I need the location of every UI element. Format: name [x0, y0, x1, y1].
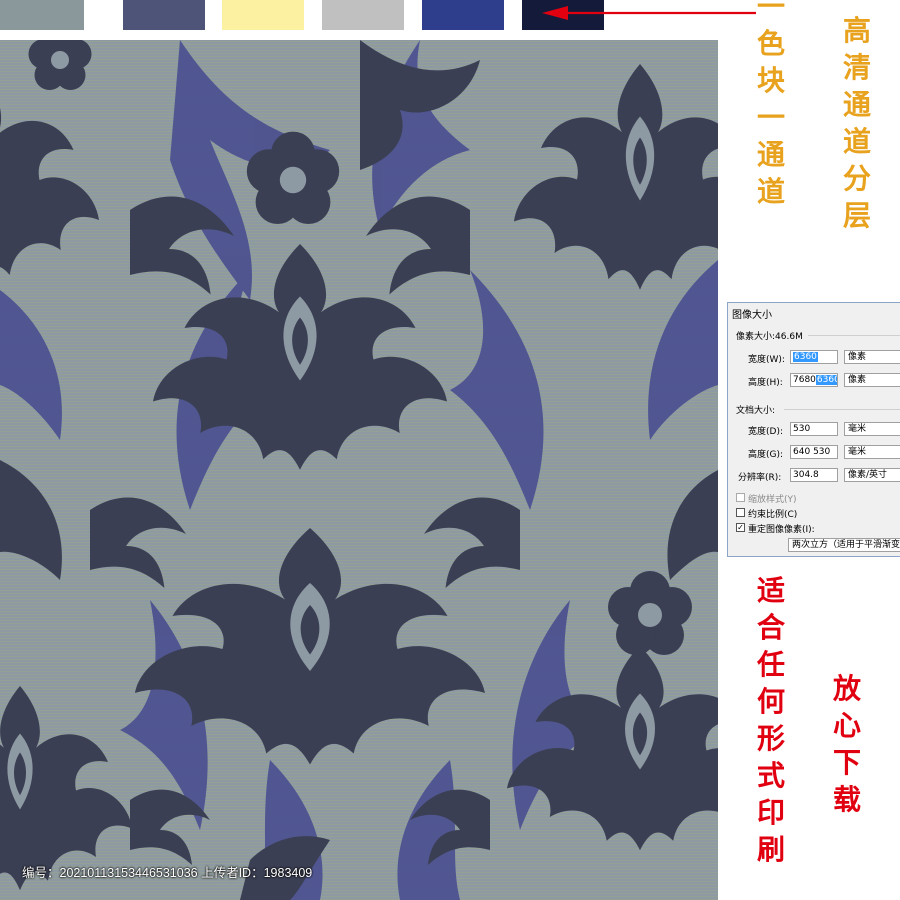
color-swatch-2 — [123, 0, 205, 30]
height-label: 高度(H): — [748, 378, 783, 388]
doc-size-divider — [784, 409, 900, 410]
doc-width-unit-select[interactable]: 毫米 — [844, 422, 900, 436]
doc-height-old-value: 640 — [793, 447, 811, 457]
color-swatch-5 — [422, 0, 504, 30]
constrain-proportions-label: 约束比例(C) — [748, 510, 798, 520]
color-swatch-3 — [222, 0, 304, 30]
color-swatch-1 — [0, 0, 84, 30]
dialog-title: 图像大小 — [732, 310, 772, 321]
download-note: 放心下载 — [832, 672, 861, 816]
doc-size-label: 文档大小: — [736, 406, 776, 416]
doc-width-input[interactable]: 530 — [790, 422, 838, 436]
image-size-dialog: 图像大小 像素大小:46.6M 宽度(W): 6360 像素 高度(H): 76… — [727, 302, 900, 557]
doc-height-label: 高度(G): — [748, 450, 784, 460]
height-value: 6360 — [815, 375, 837, 385]
width-input[interactable]: 6360 — [790, 350, 838, 364]
height-input[interactable]: 76806360 — [790, 373, 838, 387]
doc-height-unit-select[interactable]: 毫米 — [844, 445, 900, 459]
print-note: 适合任何形式印刷 — [756, 574, 785, 866]
width-label: 宽度(W): — [748, 355, 785, 365]
constrain-proportions-checkbox[interactable] — [736, 508, 745, 517]
image-id-footer: 编号：20210113153446531036 上传者ID：1983409 — [22, 866, 313, 880]
resolution-label: 分辨率(R): — [738, 473, 782, 483]
resample-checkbox[interactable]: ✓ — [736, 523, 745, 532]
resolution-input[interactable]: 304.8 — [790, 468, 838, 482]
pixel-size-divider — [808, 335, 900, 336]
layer-note: 高清通道分层 — [842, 14, 871, 232]
doc-height-input[interactable]: 640 530 — [790, 445, 838, 459]
resample-label: 重定图像像素(I): — [748, 525, 815, 535]
width-value: 6360 — [793, 352, 818, 362]
pixel-size-label: 像素大小:46.6M — [736, 332, 803, 342]
doc-width-label: 宽度(D): — [748, 427, 783, 437]
height-unit-select[interactable]: 像素 — [844, 373, 900, 387]
scale-styles-checkbox[interactable] — [736, 493, 745, 502]
color-swatch-4 — [322, 0, 404, 30]
red-arrow-icon — [542, 6, 756, 20]
resolution-unit-select[interactable]: 像素/英寸 — [844, 468, 900, 482]
damask-pattern-graphic — [0, 40, 718, 900]
channel-note: 一色块一通道 — [756, 0, 785, 208]
height-old-value: 7680 — [793, 375, 816, 385]
width-unit-select[interactable]: 像素 — [844, 350, 900, 364]
resample-method-select[interactable]: 两次立方（适用于平滑渐变 — [788, 538, 900, 552]
doc-height-value: 530 — [813, 447, 831, 457]
damask-pattern-image — [0, 40, 718, 900]
scale-styles-label: 缩放样式(Y) — [748, 495, 797, 505]
